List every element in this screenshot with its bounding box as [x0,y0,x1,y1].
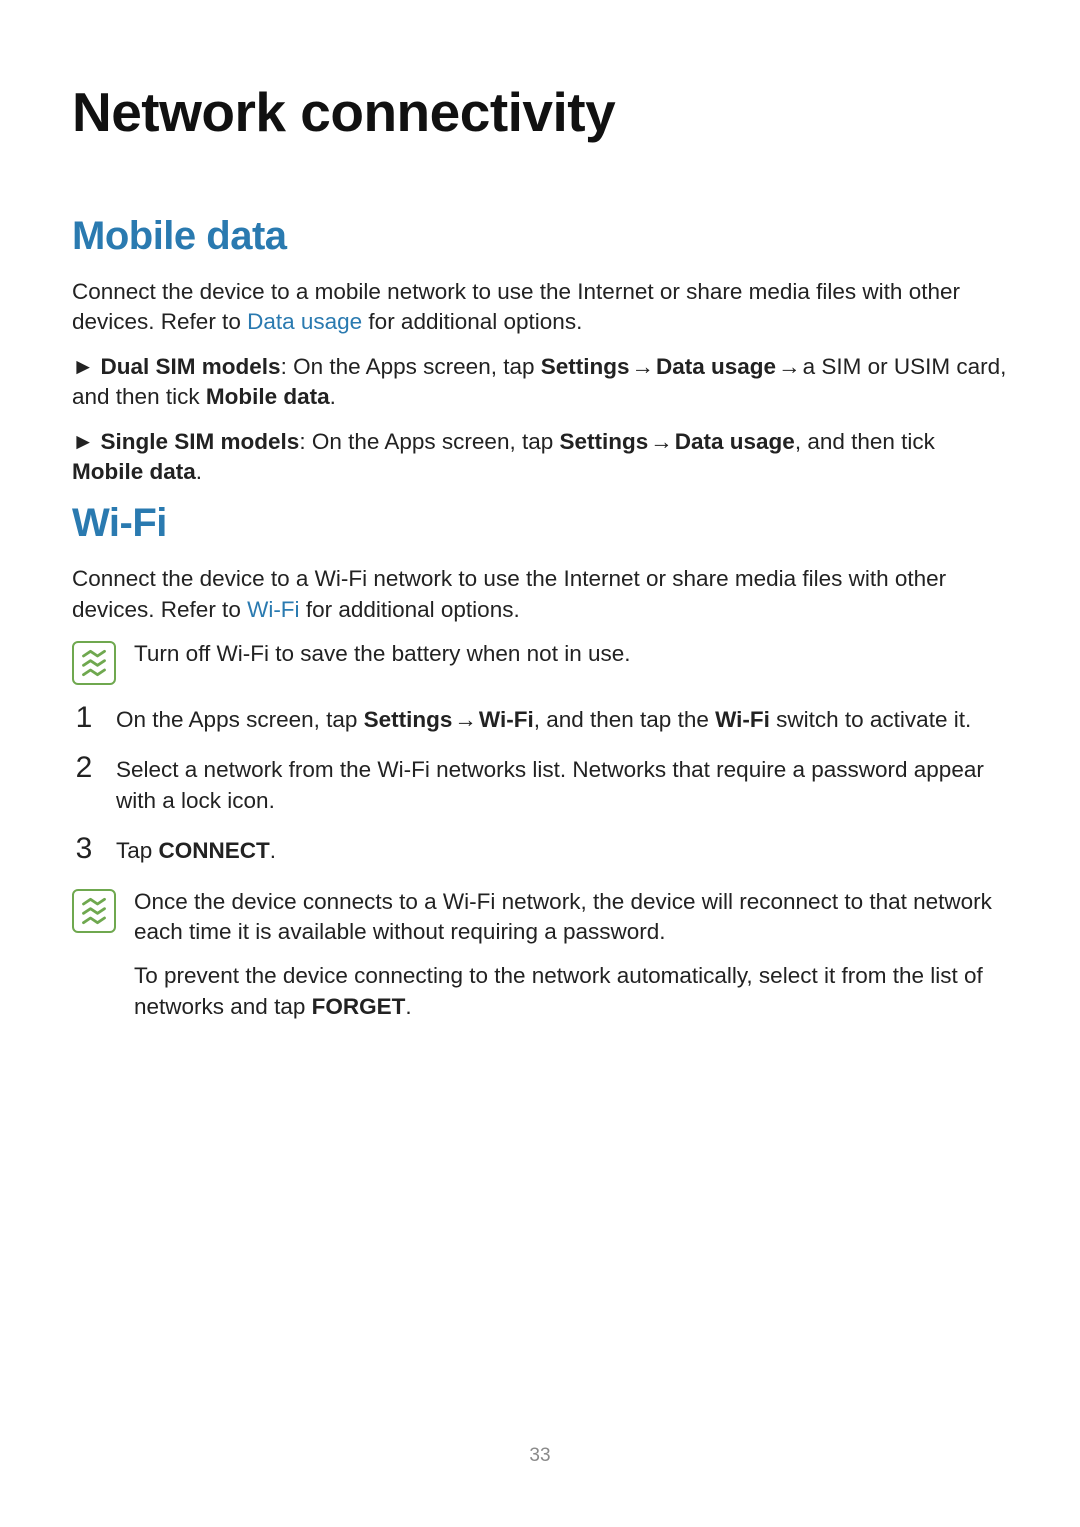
note-text: Once the device connects to a Wi-Fi netw… [134,887,1008,948]
step-body: Select a network from the Wi-Fi networks… [116,755,1008,816]
text: : On the Apps screen, tap [299,429,559,454]
text: switch to activate it. [770,707,971,732]
text: , and then tap the [534,707,715,732]
text: . [196,459,202,484]
text: Select a network from the Wi-Fi networks… [116,757,984,812]
ui-data-usage: Data usage [675,429,795,454]
step-number: 2 [72,753,96,783]
text: . [330,384,336,409]
step-body: On the Apps screen, tap Settings → Wi-Fi… [116,705,1008,735]
label-dual-sim: Dual SIM models [101,354,281,379]
chapter-title: Network connectivity [72,80,1008,144]
mobile-data-dual-sim: ► Dual SIM models: On the Apps screen, t… [72,352,1008,413]
text: On the Apps screen, tap [116,707,364,732]
note-text: Turn off Wi-Fi to save the battery when … [134,639,1008,669]
ui-connect: CONNECT [159,838,270,863]
note-body: Turn off Wi-Fi to save the battery when … [134,639,1008,683]
note-icon [72,889,116,933]
text: , and then tick [795,429,935,454]
link-data-usage[interactable]: Data usage [247,309,362,334]
note-body: Once the device connects to a Wi-Fi netw… [134,887,1008,1037]
note-block: Turn off Wi-Fi to save the battery when … [72,639,1008,685]
mobile-data-single-sim: ► Single SIM models: On the Apps screen,… [72,427,1008,488]
note-text: To prevent the device connecting to the … [134,961,1008,1022]
bullet-marker: ► [72,354,101,379]
arrow-icon: → [648,427,675,457]
text: Tap [116,838,159,863]
text: : On the Apps screen, tap [281,354,541,379]
text: . [405,994,411,1019]
bullet-marker: ► [72,429,101,454]
step-item: 2 Select a network from the Wi-Fi networ… [72,755,1008,816]
ui-settings: Settings [559,429,648,454]
arrow-icon: → [776,352,803,382]
note-block: Once the device connects to a Wi-Fi netw… [72,887,1008,1037]
text: . [270,838,276,863]
ui-settings: Settings [364,707,453,732]
text: To prevent the device connecting to the … [134,963,983,1018]
ui-wifi: Wi-Fi [479,707,534,732]
text: for additional options. [362,309,582,334]
arrow-icon: → [452,705,479,735]
document-page: Network connectivity Mobile data Connect… [0,0,1080,1527]
ui-mobile-data: Mobile data [206,384,330,409]
text: for additional options. [300,597,520,622]
step-number: 1 [72,703,96,733]
step-item: 3 Tap CONNECT. [72,836,1008,866]
step-item: 1 On the Apps screen, tap Settings → Wi-… [72,705,1008,735]
section-heading-mobile-data: Mobile data [72,214,1008,259]
step-number: 3 [72,834,96,864]
mobile-data-intro: Connect the device to a mobile network t… [72,277,1008,338]
arrow-icon: → [630,352,657,382]
ui-data-usage: Data usage [656,354,776,379]
ui-mobile-data: Mobile data [72,459,196,484]
wifi-intro: Connect the device to a Wi-Fi network to… [72,564,1008,625]
ui-wifi-switch: Wi-Fi [715,707,770,732]
steps-list: 1 On the Apps screen, tap Settings → Wi-… [72,705,1008,867]
step-body: Tap CONNECT. [116,836,1008,866]
ui-forget: FORGET [312,994,406,1019]
ui-settings: Settings [541,354,630,379]
section-heading-wifi: Wi-Fi [72,501,1008,546]
note-icon [72,641,116,685]
link-wifi[interactable]: Wi-Fi [247,597,299,622]
label-single-sim: Single SIM models [101,429,300,454]
page-number: 33 [0,1445,1080,1467]
